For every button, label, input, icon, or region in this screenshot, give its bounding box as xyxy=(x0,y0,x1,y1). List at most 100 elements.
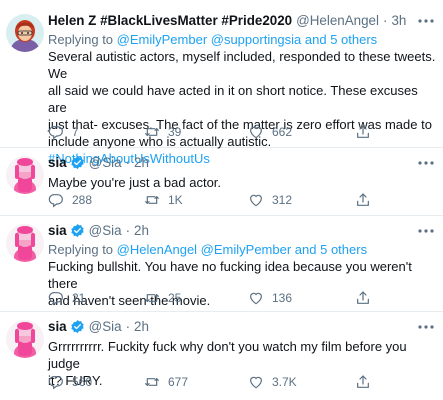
more-options-icon[interactable] xyxy=(417,322,435,332)
like-count: 662 xyxy=(272,125,293,139)
retweet-count: 677 xyxy=(168,375,189,389)
tweet[interactable]: Helen Z #BlackLivesMatter #Pride2020 @He… xyxy=(0,0,443,166)
replying-others[interactable]: and 5 others xyxy=(301,32,377,47)
reply-count: 21 xyxy=(72,291,86,305)
tweet[interactable]: sia @Sia · 2h Maybe you're just a bad ac… xyxy=(0,148,443,216)
like-button[interactable]: 136 xyxy=(248,288,292,308)
tweet[interactable]: sia @Sia · 2h Grrrrrrrrrr. Fuckity fuck … xyxy=(0,312,443,400)
like-icon xyxy=(248,192,264,208)
reply-count: 7 xyxy=(72,125,79,139)
reply-icon xyxy=(48,290,64,306)
share-icon xyxy=(355,290,371,306)
replying-mentions[interactable]: @EmilyPember @supportingsia xyxy=(117,32,302,47)
reply-button[interactable]: 7 xyxy=(48,122,79,142)
replying-to: Replying to @EmilyPember @supportingsia … xyxy=(48,31,437,48)
like-button[interactable]: 312 xyxy=(248,190,292,210)
reply-button[interactable]: 21 xyxy=(48,288,85,308)
tweet-header: sia @Sia · 2h xyxy=(48,221,437,240)
tweet-header: sia @Sia · 2h xyxy=(48,153,437,172)
like-button[interactable]: 3.7K xyxy=(248,372,297,392)
retweet-count: 25 xyxy=(168,291,182,305)
retweet-button[interactable]: 1K xyxy=(144,190,183,210)
reply-button[interactable]: 288 xyxy=(48,190,92,210)
avatar-pink-figure-icon xyxy=(6,320,44,358)
avatar[interactable] xyxy=(6,320,44,358)
retweet-button[interactable]: 39 xyxy=(144,122,181,142)
separator: · xyxy=(125,223,131,238)
retweet-button[interactable]: 677 xyxy=(144,372,188,392)
like-icon xyxy=(248,124,264,140)
tweet-text-line: Several autistic actors, myself included… xyxy=(48,49,436,81)
avatar-pink-figure-icon xyxy=(6,156,44,194)
retweet-icon xyxy=(144,374,160,390)
verified-badge-icon xyxy=(70,155,85,170)
share-icon xyxy=(355,192,371,208)
share-button[interactable] xyxy=(355,122,371,142)
reply-icon xyxy=(48,192,64,208)
share-icon xyxy=(355,124,371,140)
retweet-count: 1K xyxy=(168,193,183,207)
avatar[interactable] xyxy=(6,156,44,194)
like-count: 312 xyxy=(272,193,293,207)
handle[interactable]: @Sia xyxy=(89,319,122,334)
avatar[interactable] xyxy=(6,14,44,52)
avatar-cartoon-red-hair-icon xyxy=(6,14,44,52)
reply-icon xyxy=(48,374,64,390)
reply-count: 560 xyxy=(72,375,93,389)
verified-badge-icon xyxy=(70,319,85,334)
like-icon xyxy=(248,290,264,306)
retweet-button[interactable]: 25 xyxy=(144,288,181,308)
timestamp[interactable]: 3h xyxy=(391,13,406,28)
replying-mentions[interactable]: @HelenAngel @EmilyPember xyxy=(117,242,292,257)
avatar[interactable] xyxy=(6,224,44,262)
tweet[interactable]: sia @Sia · 2h Replying to @HelenAngel @E… xyxy=(0,216,443,312)
avatar-pink-figure-icon xyxy=(6,224,44,262)
handle[interactable]: @Sia xyxy=(89,223,122,238)
reply-icon xyxy=(48,124,64,140)
retweet-icon xyxy=(144,192,160,208)
handle[interactable]: @Sia xyxy=(89,155,122,170)
timestamp[interactable]: 2h xyxy=(134,319,149,334)
timestamp[interactable]: 2h xyxy=(134,223,149,238)
more-options-icon[interactable] xyxy=(417,226,435,236)
like-button[interactable]: 662 xyxy=(248,122,292,142)
like-icon xyxy=(248,374,264,390)
share-button[interactable] xyxy=(355,190,371,210)
separator: · xyxy=(125,155,131,170)
display-name[interactable]: sia xyxy=(48,155,67,170)
tweet-header: Helen Z #BlackLivesMatter #Pride2020 @He… xyxy=(48,11,437,30)
tweet-text-line: Grrrrrrrrrr. Fuckity fuck why don't you … xyxy=(48,339,407,371)
replying-prefix: Replying to xyxy=(48,32,117,47)
handle[interactable]: @HelenAngel xyxy=(296,13,379,28)
verified-badge-icon xyxy=(70,223,85,238)
display-name[interactable]: Helen Z #BlackLivesMatter #Pride2020 xyxy=(48,13,292,28)
reply-button[interactable]: 560 xyxy=(48,372,92,392)
retweet-icon xyxy=(144,124,160,140)
tweet-header: sia @Sia · 2h xyxy=(48,317,437,336)
retweet-count: 39 xyxy=(168,125,182,139)
replying-prefix: Replying to xyxy=(48,242,117,257)
tweet-actions: 7 39 662 xyxy=(48,122,388,142)
tweet-text-line: Fucking bullshit. You have no fucking id… xyxy=(48,259,412,291)
tweet-actions: 21 25 136 xyxy=(48,288,388,308)
tweet-text: Maybe you're just a bad actor. xyxy=(48,175,222,190)
tweet-text-line: all said we could have acted in it on sh… xyxy=(48,83,418,115)
tweet-actions: 560 677 3.7K xyxy=(48,372,388,392)
tweet-actions: 288 1K 312 xyxy=(48,190,388,210)
replying-others[interactable]: and 5 others xyxy=(291,242,367,257)
more-options-icon[interactable] xyxy=(417,16,435,26)
share-button[interactable] xyxy=(355,372,371,392)
more-options-icon[interactable] xyxy=(417,158,435,168)
display-name[interactable]: sia xyxy=(48,223,67,238)
share-button[interactable] xyxy=(355,288,371,308)
reply-count: 288 xyxy=(72,193,93,207)
timestamp[interactable]: 2h xyxy=(134,155,149,170)
display-name[interactable]: sia xyxy=(48,319,67,334)
separator: · xyxy=(125,319,131,334)
like-count: 3.7K xyxy=(272,375,297,389)
separator: · xyxy=(382,13,388,28)
retweet-icon xyxy=(144,290,160,306)
share-icon xyxy=(355,374,371,390)
replying-to: Replying to @HelenAngel @EmilyPember and… xyxy=(48,241,437,258)
like-count: 136 xyxy=(272,291,293,305)
